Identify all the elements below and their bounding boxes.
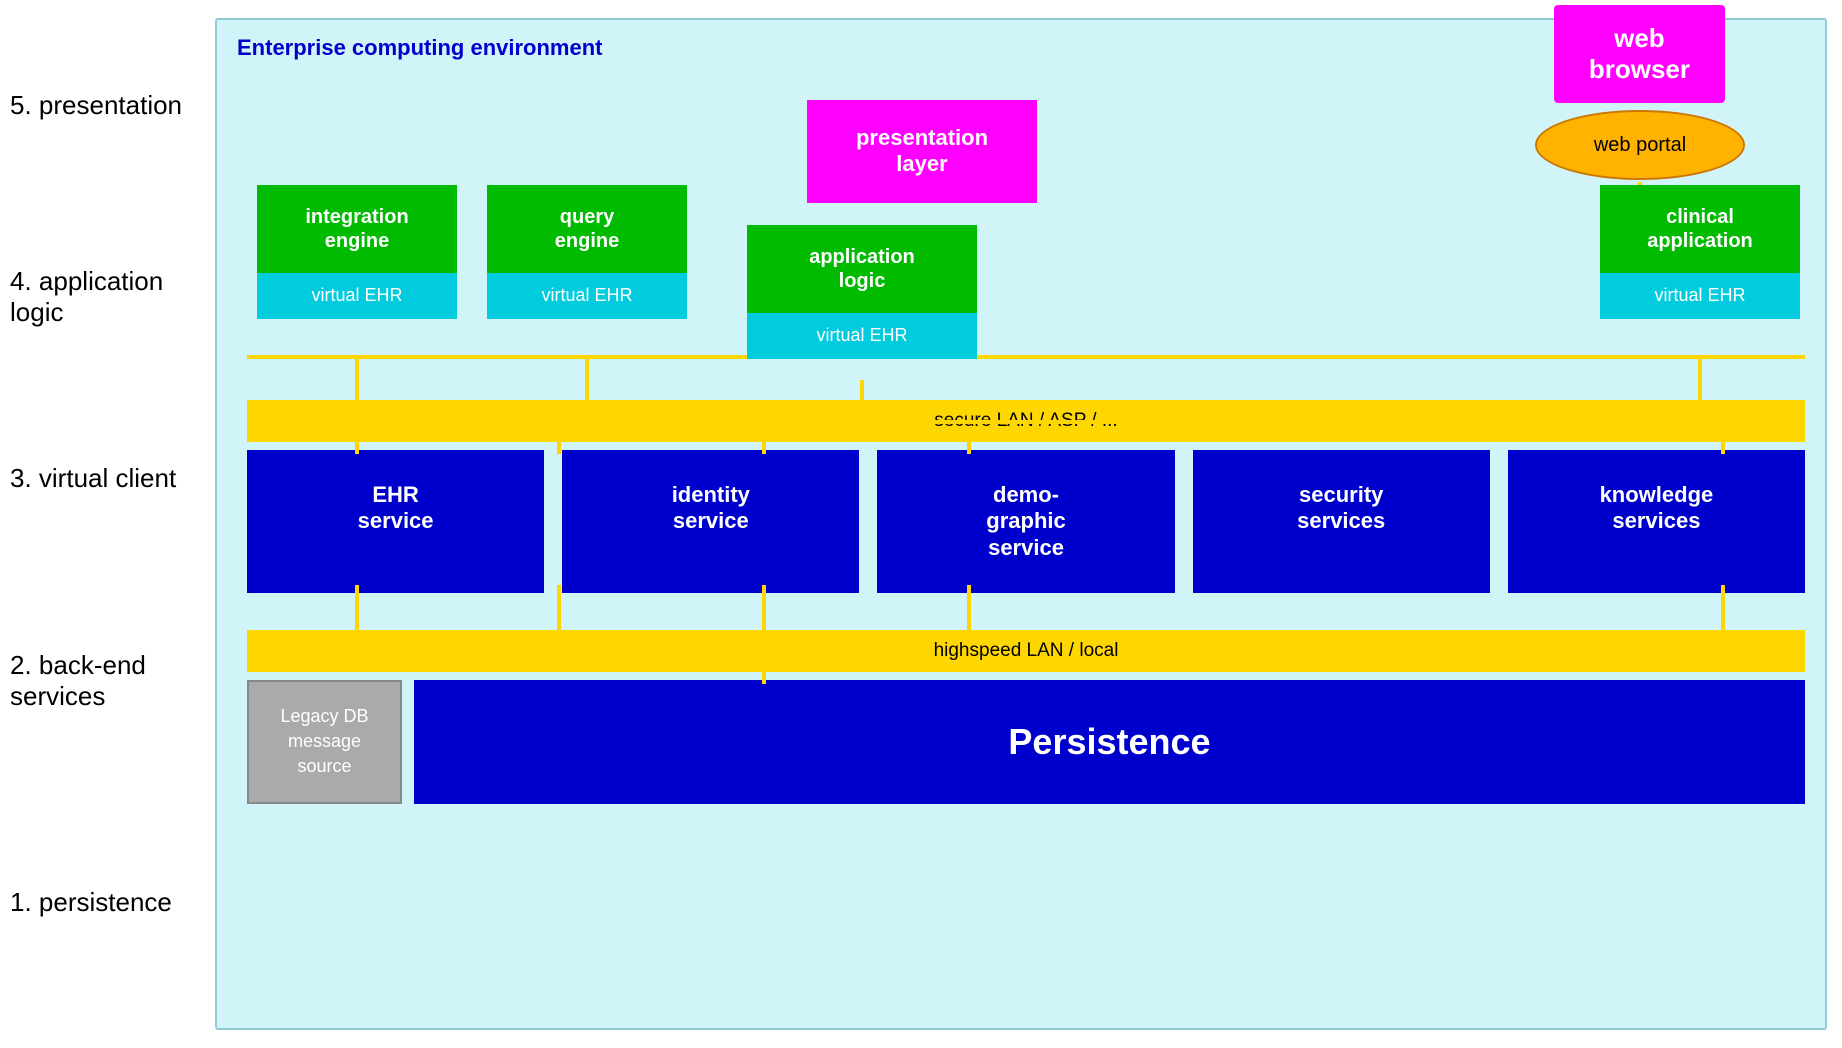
connector-secure-security bbox=[967, 442, 971, 454]
web-browser-box: web browser bbox=[1554, 5, 1725, 103]
persistence-row: Legacy DB message source Persistence bbox=[247, 680, 1805, 804]
integration-engine-label: integration engine bbox=[257, 185, 457, 273]
label-persistence: 1. persistence bbox=[10, 832, 210, 972]
applogic-vehr-label: virtual EHR bbox=[747, 313, 977, 359]
label-application-logic: 4. application logic bbox=[10, 217, 210, 377]
vehr-block-applogic: application logic virtual EHR bbox=[747, 225, 977, 359]
connector-clinical bbox=[1698, 355, 1702, 402]
service-knowledge: knowledge services bbox=[1508, 450, 1805, 593]
label-backend-services: 2. back-end services bbox=[10, 581, 210, 781]
connector-secure-knowledge bbox=[1721, 442, 1725, 454]
diagram-title: Enterprise computing environment bbox=[237, 35, 603, 61]
query-engine-label: query engine bbox=[487, 185, 687, 273]
connector-highspeed-persistence bbox=[762, 672, 766, 684]
vehr-block-clinical: clinical application virtual EHR bbox=[1600, 185, 1800, 319]
h-connector-vehr-lan bbox=[247, 355, 1805, 359]
legacy-db-block: Legacy DB message source bbox=[247, 680, 402, 804]
connector-integration bbox=[355, 355, 359, 402]
connector-secure-demo bbox=[762, 442, 766, 454]
clinical-vehr-label: virtual EHR bbox=[1600, 273, 1800, 319]
service-security: security services bbox=[1193, 450, 1490, 593]
service-demographic: demo- graphic service bbox=[877, 450, 1174, 593]
presentation-layer-block: presentation layer bbox=[807, 100, 1037, 203]
connector-secure-ehr bbox=[355, 442, 359, 454]
connector-ehr-highspeed bbox=[355, 585, 359, 632]
clinical-app-label: clinical application bbox=[1600, 185, 1800, 273]
left-labels-container: 5. presentation 4. application logic 3. … bbox=[0, 0, 220, 1048]
connector-secure-identity bbox=[557, 442, 561, 454]
web-portal-ellipse: web portal bbox=[1535, 110, 1745, 180]
h-connector-top bbox=[247, 420, 1805, 424]
label-presentation: 5. presentation bbox=[10, 46, 210, 166]
services-row: EHR service identity service demo- graph… bbox=[247, 450, 1805, 593]
query-vehr-label: virtual EHR bbox=[487, 273, 687, 319]
connector-knowledge-highspeed bbox=[1721, 585, 1725, 632]
persistence-block: Persistence bbox=[414, 680, 1805, 804]
connector-query bbox=[585, 355, 589, 402]
main-container: { "left_labels": { "label5": "5. present… bbox=[0, 0, 1842, 1048]
highspeed-lan-bar: highspeed LAN / local bbox=[247, 630, 1805, 672]
connector-identity-highspeed bbox=[557, 585, 561, 632]
integration-vehr-label: virtual EHR bbox=[257, 273, 457, 319]
applogic-label: application logic bbox=[747, 225, 977, 313]
connector-security-highspeed bbox=[967, 585, 971, 632]
connector-applogic bbox=[860, 380, 864, 402]
connector-demo-highspeed bbox=[762, 585, 766, 632]
label-virtual-client: 3. virtual client bbox=[10, 429, 210, 529]
service-ehr: EHR service bbox=[247, 450, 544, 593]
vehr-block-query: query engine virtual EHR bbox=[487, 185, 687, 319]
service-identity: identity service bbox=[562, 450, 859, 593]
enterprise-environment-box: Enterprise computing environment web bro… bbox=[215, 18, 1827, 1030]
vehr-block-integration: integration engine virtual EHR bbox=[257, 185, 457, 319]
